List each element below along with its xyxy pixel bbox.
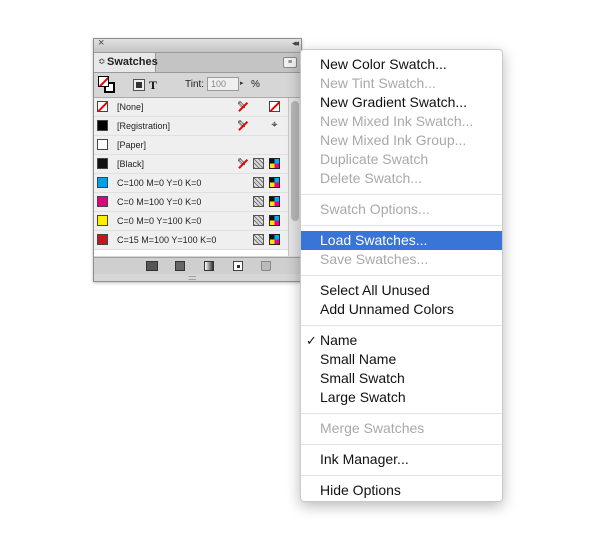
swatch-row[interactable]: C=0 M=0 Y=100 K=0	[94, 212, 288, 231]
scrollbar-thumb[interactable]	[291, 101, 299, 221]
tint-input[interactable]: 100	[207, 77, 239, 91]
menu-separator	[301, 275, 502, 276]
cmyk-icon	[269, 215, 280, 226]
menu-item-new-mixed-ink-group[interactable]: New Mixed Ink Group...	[301, 131, 502, 150]
swatches-panel: × ◂◂ ≎ Swatches ≡ T Tint: 100 ▸ % [None]…	[93, 37, 302, 282]
swatch-row[interactable]: [None] ✎	[94, 98, 288, 117]
fill-box[interactable]	[98, 76, 109, 87]
tint-unit: %	[251, 79, 260, 90]
tab-swatches[interactable]: ≎ Swatches	[94, 53, 158, 72]
no-edit-icon: ✎	[237, 119, 247, 131]
panel-tab-row: ≎ Swatches ≡	[94, 53, 301, 73]
swatch-name: C=0 M=0 Y=100 K=0	[117, 216, 202, 226]
menu-item-duplicate-swatch[interactable]: Duplicate Swatch	[301, 150, 502, 169]
process-icon	[253, 234, 264, 245]
menu-separator	[301, 413, 502, 414]
none-icon	[269, 101, 280, 112]
menu-item-save-swatches[interactable]: Save Swatches...	[301, 250, 502, 269]
new-swatch-icon[interactable]	[233, 261, 243, 271]
swatch-toolbar: T Tint: 100 ▸ %	[94, 73, 301, 98]
swatch-chip	[97, 234, 108, 245]
registration-icon: ⌖	[271, 119, 278, 131]
cmyk-icon	[269, 196, 280, 207]
process-icon	[253, 177, 264, 188]
menu-separator	[301, 194, 502, 195]
menu-item-ink-manager[interactable]: Ink Manager...	[301, 450, 502, 469]
formatting-text-icon[interactable]: T	[149, 78, 157, 93]
swatch-name: [Paper]	[117, 140, 147, 150]
menu-item-load-swatches[interactable]: Load Swatches...	[301, 231, 502, 250]
cmyk-icon	[269, 177, 280, 188]
swatch-row[interactable]: [Black] ✎	[94, 155, 288, 174]
checkmark-icon: ✓	[306, 333, 317, 348]
menu-item-merge-swatches[interactable]: Merge Swatches	[301, 419, 502, 438]
process-icon	[253, 196, 264, 207]
fill-stroke-icon[interactable]	[98, 76, 116, 94]
tab-arrows-icon: ≎	[98, 56, 106, 66]
tint-stepper-icon[interactable]: ▸	[240, 79, 244, 87]
swatch-name: C=100 M=0 Y=0 K=0	[117, 178, 202, 188]
swatch-chip	[97, 196, 108, 207]
menu-item-add-unnamed-colors[interactable]: Add Unnamed Colors	[301, 300, 502, 319]
menu-item-name[interactable]: ✓ Name	[301, 331, 502, 350]
cmyk-icon	[269, 234, 280, 245]
panel-options-menu: New Color Swatch... New Tint Swatch... N…	[300, 49, 503, 502]
tint-label: Tint:	[185, 79, 205, 90]
menu-separator	[301, 475, 502, 476]
menu-item-hide-options[interactable]: Hide Options	[301, 481, 502, 500]
menu-item-select-all-unused[interactable]: Select All Unused	[301, 281, 502, 300]
close-icon[interactable]: ×	[98, 37, 104, 49]
swatch-row[interactable]: [Paper]	[94, 136, 288, 155]
process-icon	[253, 158, 264, 169]
menu-item-new-tint-swatch[interactable]: New Tint Swatch...	[301, 74, 502, 93]
swatch-name: C=0 M=100 Y=0 K=0	[117, 197, 202, 207]
swatch-name: [Registration]	[117, 121, 171, 131]
menu-item-large-swatch[interactable]: Large Swatch	[301, 388, 502, 407]
menu-item-new-color-swatch[interactable]: New Color Swatch...	[301, 55, 502, 74]
menu-separator	[301, 444, 502, 445]
swatch-chip	[97, 215, 108, 226]
menu-separator	[301, 225, 502, 226]
swatch-row[interactable]: C=0 M=100 Y=0 K=0	[94, 193, 288, 212]
swatch-chip	[97, 158, 108, 169]
no-edit-icon: ✎	[237, 100, 247, 112]
panel-menu-button[interactable]: ≡	[283, 57, 297, 68]
menu-item-small-swatch[interactable]: Small Swatch	[301, 369, 502, 388]
swatch-chip	[97, 120, 108, 131]
collapse-icon[interactable]: ◂◂	[292, 38, 299, 49]
process-icon	[253, 215, 264, 226]
show-color-swatches-icon[interactable]	[175, 261, 185, 271]
menu-item-delete-swatch[interactable]: Delete Swatch...	[301, 169, 502, 188]
menu-item-new-gradient-swatch[interactable]: New Gradient Swatch...	[301, 93, 502, 112]
swatch-row[interactable]: C=100 M=0 Y=0 K=0	[94, 174, 288, 193]
resize-grip-icon[interactable]: ::::::::	[188, 275, 197, 282]
menu-item-small-name[interactable]: Small Name	[301, 350, 502, 369]
trash-icon[interactable]	[261, 261, 271, 271]
tab-label: Swatches	[107, 56, 158, 68]
menu-separator	[301, 325, 502, 326]
show-all-swatches-icon[interactable]	[146, 261, 158, 271]
swatch-row[interactable]: [Registration] ✎ ⌖	[94, 117, 288, 136]
no-edit-icon: ✎	[237, 157, 247, 169]
swatch-chip	[97, 139, 108, 150]
swatch-chip	[97, 177, 108, 188]
panel-titlebar[interactable]: × ◂◂	[94, 37, 301, 53]
swatch-name: [None]	[117, 102, 144, 112]
swatch-row[interactable]: C=15 M=100 Y=100 K=0	[94, 231, 288, 250]
formatting-container-icon[interactable]	[133, 79, 145, 91]
panel-bottom-bar	[94, 257, 301, 274]
swatch-list: [None] ✎ [Registration] ✎ ⌖ [Paper] [Bla…	[94, 98, 288, 256]
swatch-chip	[97, 101, 108, 112]
menu-item-swatch-options[interactable]: Swatch Options...	[301, 200, 502, 219]
swatch-name: [Black]	[117, 159, 145, 169]
show-gradient-swatches-icon[interactable]	[204, 261, 214, 271]
menu-item-label: Name	[320, 332, 358, 348]
swatch-name: C=15 M=100 Y=100 K=0	[117, 235, 217, 245]
cmyk-icon	[269, 158, 280, 169]
menu-item-new-mixed-ink-swatch[interactable]: New Mixed Ink Swatch...	[301, 112, 502, 131]
